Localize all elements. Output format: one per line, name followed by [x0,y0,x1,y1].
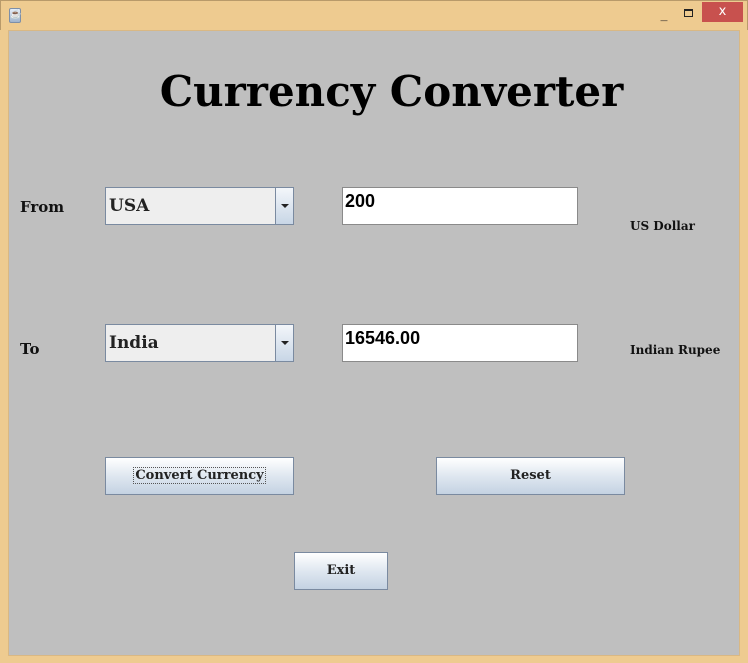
convert-label: Convert Currency [133,467,266,484]
from-amount-input[interactable]: 200 [342,187,578,225]
from-country-value: USA [109,196,150,216]
to-label: To [20,340,40,358]
close-button[interactable]: x [702,2,743,22]
main-panel: Currency Converter From USA 200 US Dolla… [8,30,740,656]
to-country-value: India [109,333,159,353]
minimize-button[interactable]: _ [656,7,672,23]
reset-button[interactable]: Reset [436,457,625,495]
chevron-down-icon[interactable] [275,188,293,224]
from-country-select[interactable]: USA [105,187,294,225]
page-title: Currency Converter [159,67,624,116]
to-country-select[interactable]: India [105,324,294,362]
title-bar: ☕ _ x [0,0,748,30]
to-amount-output[interactable]: 16546.00 [342,324,578,362]
exit-button[interactable]: Exit [294,552,388,590]
from-label: From [20,198,65,216]
to-currency-name: Indian Rupee [630,343,721,357]
chevron-down-icon[interactable] [275,325,293,361]
java-app-icon: ☕ [9,8,21,23]
convert-currency-button[interactable]: Convert Currency [105,457,294,495]
from-currency-name: US Dollar [630,219,695,233]
maximize-button[interactable] [684,9,693,17]
